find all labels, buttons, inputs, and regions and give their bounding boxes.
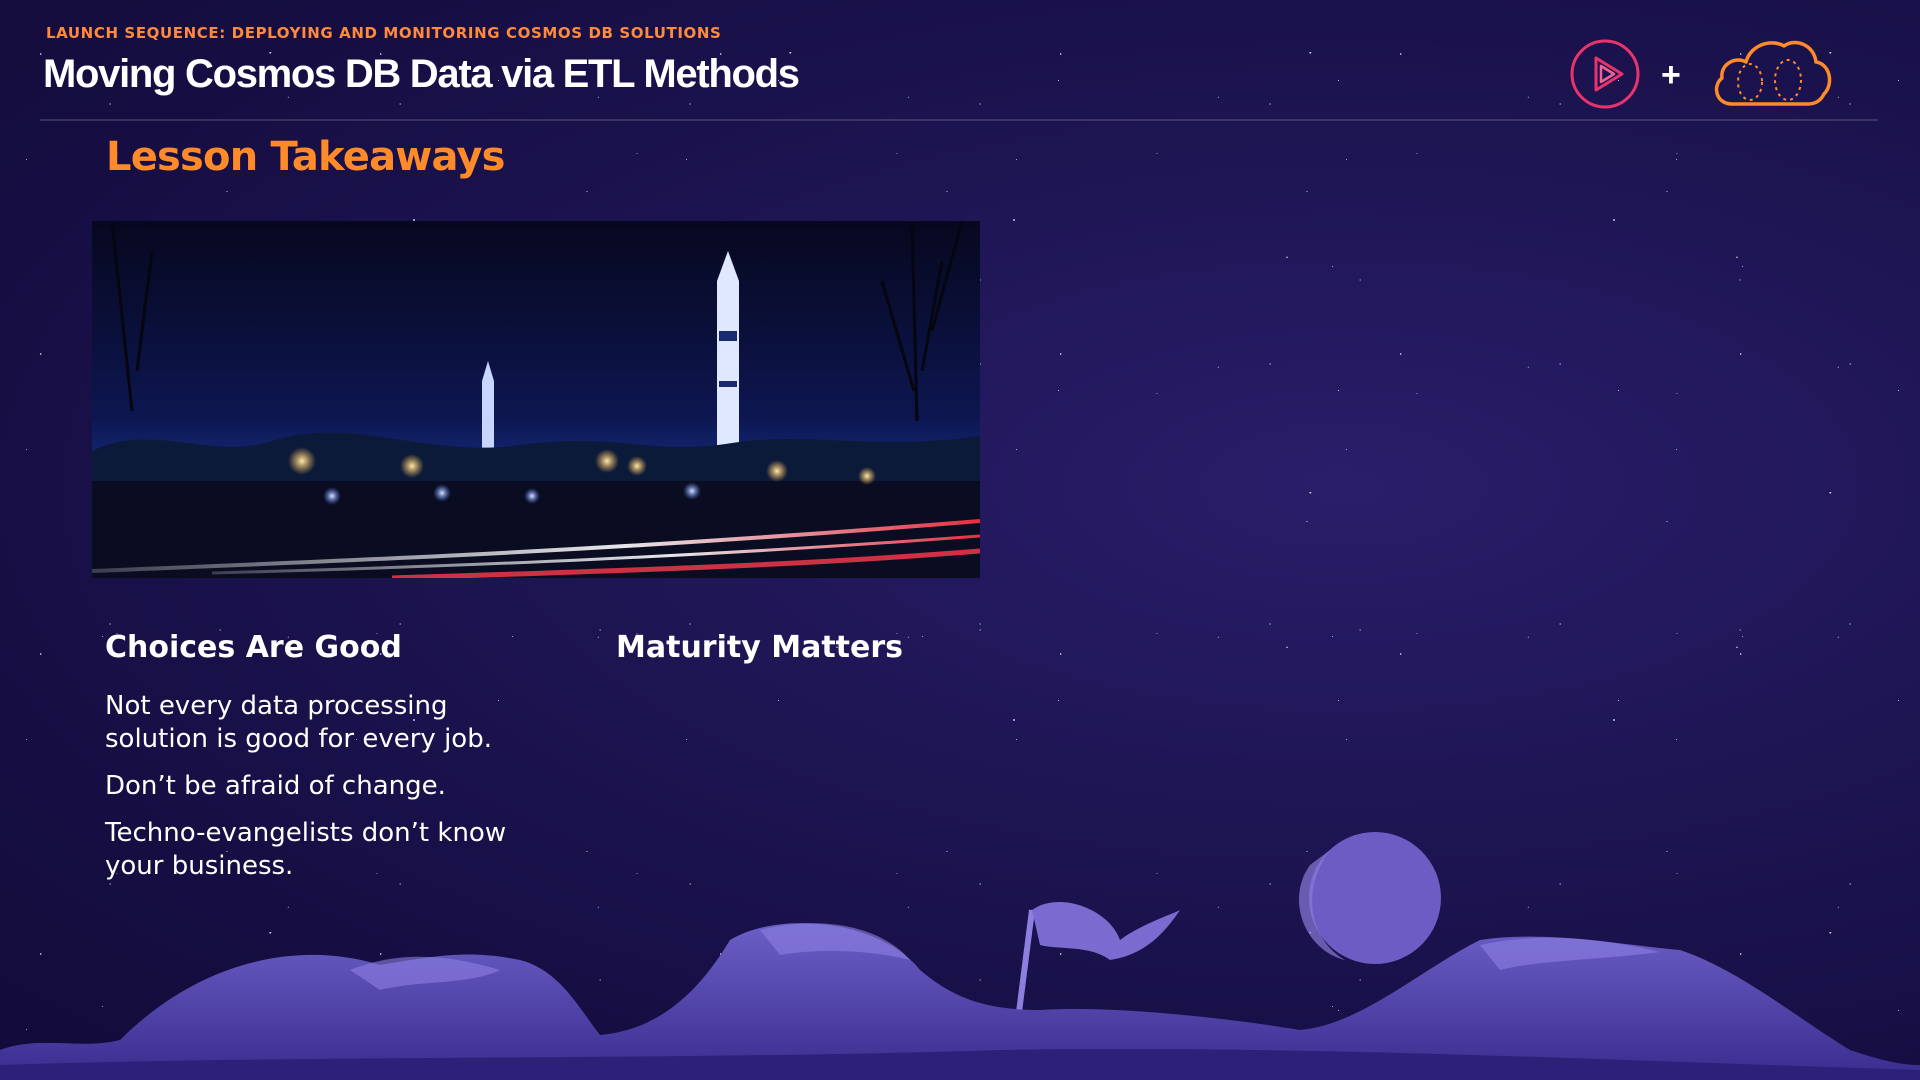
takeaway-heading-maturity: Maturity Matters <box>616 630 903 665</box>
cloud-icon <box>1714 40 1832 106</box>
header-divider <box>40 119 1878 121</box>
page-title: Moving Cosmos DB Data via ETL Methods <box>43 52 800 96</box>
takeaway-item: Don’t be afraid of change. <box>105 771 446 801</box>
course-kicker: LAUNCH SEQUENCE: DEPLOYING AND MONITORIN… <box>46 24 722 42</box>
logo-plus-sign: + <box>1661 56 1681 94</box>
night-rocket-park-photo <box>92 221 980 578</box>
takeaway-heading-choices: Choices Are Good <box>105 630 402 665</box>
moon-landscape-illustration <box>0 832 1920 1080</box>
section-heading: Lesson Takeaways <box>106 134 505 180</box>
play-icon <box>1570 39 1640 109</box>
takeaway-item: Not every data processing solution is go… <box>105 691 492 754</box>
